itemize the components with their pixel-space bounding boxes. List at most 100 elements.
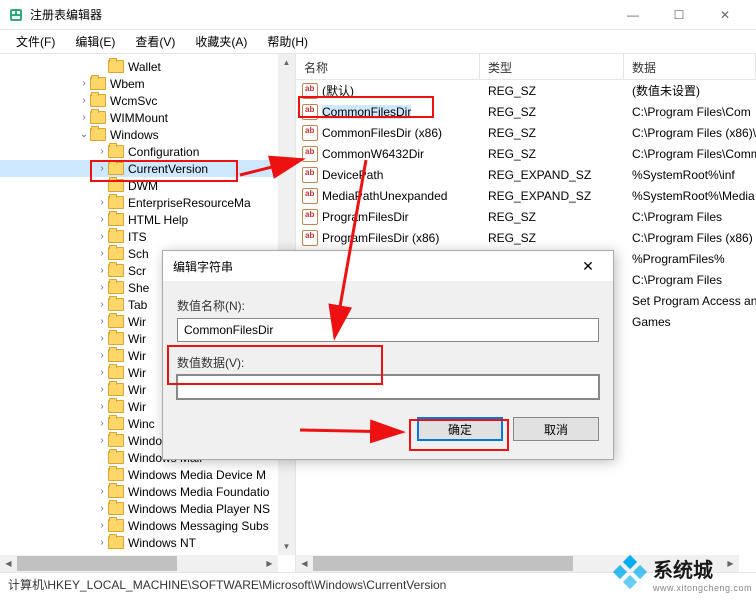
value-name: ProgramFilesDir bbox=[322, 210, 409, 224]
data-field[interactable] bbox=[177, 375, 599, 399]
list-row[interactable]: abCommonFilesDirREG_SZC:\Program Files\C… bbox=[296, 101, 756, 122]
value-data: C:\Program Files\Comm bbox=[624, 147, 756, 161]
folder-icon bbox=[108, 179, 124, 192]
tree-label: WcmSvc bbox=[110, 94, 157, 108]
name-field[interactable] bbox=[177, 318, 599, 342]
twisty-icon[interactable]: › bbox=[96, 384, 108, 395]
col-name[interactable]: 名称 bbox=[296, 54, 480, 79]
tree-label: Windows Media Device M bbox=[128, 468, 266, 482]
menu-help[interactable]: 帮助(H) bbox=[257, 30, 318, 53]
dialog-titlebar: 编辑字符串 ✕ bbox=[163, 251, 613, 281]
tree-node[interactable]: ›ITS bbox=[0, 228, 295, 245]
tree-label: Windows bbox=[110, 128, 159, 142]
twisty-icon[interactable]: › bbox=[96, 299, 108, 310]
menu-view[interactable]: 查看(V) bbox=[125, 30, 185, 53]
value-name: (默认) bbox=[322, 82, 354, 99]
tree-node[interactable]: › EnterpriseResourceMa bbox=[0, 194, 295, 211]
twisty-icon[interactable]: › bbox=[96, 537, 108, 548]
menu-favorites[interactable]: 收藏夹(A) bbox=[185, 30, 257, 53]
twisty-icon[interactable]: › bbox=[96, 282, 108, 293]
tree-node[interactable]: ⌄ Windows bbox=[0, 126, 295, 143]
list-row[interactable]: abMediaPathUnexpandedREG_EXPAND_SZ%Syste… bbox=[296, 185, 756, 206]
twisty-icon[interactable]: › bbox=[96, 163, 108, 174]
tree-label: Wir bbox=[128, 332, 146, 346]
dialog-close-button[interactable]: ✕ bbox=[573, 258, 603, 275]
tree-node[interactable]: ›Wbem bbox=[0, 75, 295, 92]
reg-string-icon: ab bbox=[302, 230, 318, 246]
twisty-icon[interactable]: › bbox=[96, 248, 108, 259]
col-type[interactable]: 类型 bbox=[480, 54, 624, 79]
cancel-button[interactable]: 取消 bbox=[513, 417, 599, 441]
twisty-icon[interactable]: › bbox=[96, 265, 108, 276]
value-data: %ProgramFiles% bbox=[624, 252, 756, 266]
tree-node[interactable]: Wallet bbox=[0, 58, 295, 75]
value-data: C:\Program Files bbox=[624, 273, 756, 287]
tree-label: Wir bbox=[128, 383, 146, 397]
twisty-icon[interactable]: ⌄ bbox=[78, 129, 90, 140]
tree-node[interactable]: ›WIMMount bbox=[0, 109, 295, 126]
list-header: 名称 类型 数据 bbox=[296, 54, 756, 80]
twisty-icon[interactable]: › bbox=[78, 95, 90, 106]
tree-node[interactable]: ›Configuration bbox=[0, 143, 295, 160]
reg-string-icon: ab bbox=[302, 188, 318, 204]
tree-label: Windows Media Player NS bbox=[128, 502, 270, 516]
tree-label: Windows Media Foundatio bbox=[128, 485, 269, 499]
tree-node[interactable]: ›CurrentVersion bbox=[0, 160, 295, 177]
twisty-icon[interactable]: › bbox=[96, 316, 108, 327]
twisty-icon[interactable]: › bbox=[96, 418, 108, 429]
tree-node[interactable]: Windows Media Device M bbox=[0, 466, 295, 483]
list-row[interactable]: ab(默认)REG_SZ(数值未设置) bbox=[296, 80, 756, 101]
tree-scrollbar-h[interactable]: ◀ ▶ bbox=[0, 555, 278, 572]
tree-label: Windo bbox=[128, 434, 162, 448]
value-name: ProgramFilesDir (x86) bbox=[322, 231, 439, 245]
close-button[interactable]: ✕ bbox=[702, 0, 748, 30]
value-type: REG_EXPAND_SZ bbox=[480, 189, 624, 203]
list-row[interactable]: abProgramFilesDir (x86)REG_SZC:\Program … bbox=[296, 227, 756, 248]
minimize-button[interactable]: — bbox=[610, 0, 656, 30]
tree-node[interactable]: › Windows Media Player NS bbox=[0, 500, 295, 517]
twisty-icon[interactable]: › bbox=[96, 231, 108, 242]
reg-string-icon: ab bbox=[302, 104, 318, 120]
twisty-icon[interactable]: › bbox=[96, 197, 108, 208]
folder-icon bbox=[108, 247, 124, 260]
twisty-icon[interactable]: › bbox=[96, 214, 108, 225]
list-row[interactable]: abCommonW6432DirREG_SZC:\Program Files\C… bbox=[296, 143, 756, 164]
watermark: 系统城 www.xitongcheng.com bbox=[615, 554, 752, 593]
menu-edit[interactable]: 编辑(E) bbox=[65, 30, 125, 53]
twisty-icon[interactable]: › bbox=[96, 367, 108, 378]
tree-node[interactable]: ›Windows NT bbox=[0, 534, 295, 551]
twisty-icon[interactable]: › bbox=[96, 486, 108, 497]
tree-node[interactable]: ›HTML Help bbox=[0, 211, 295, 228]
folder-icon bbox=[90, 111, 106, 124]
maximize-button[interactable]: ☐ bbox=[656, 0, 702, 30]
twisty-icon[interactable]: › bbox=[96, 350, 108, 361]
menu-file[interactable]: 文件(F) bbox=[6, 30, 65, 53]
col-data[interactable]: 数据 bbox=[624, 54, 756, 79]
twisty-icon[interactable]: › bbox=[96, 520, 108, 531]
data-label: 数值数据(V): bbox=[177, 354, 599, 371]
twisty-icon[interactable]: › bbox=[96, 503, 108, 514]
tree-node[interactable]: › WcmSvc bbox=[0, 92, 295, 109]
tree-label: Scr bbox=[128, 264, 146, 278]
twisty-icon[interactable]: › bbox=[96, 333, 108, 344]
twisty-icon[interactable]: › bbox=[78, 112, 90, 123]
tree-node[interactable]: DWM bbox=[0, 177, 295, 194]
twisty-icon[interactable]: › bbox=[96, 435, 108, 446]
twisty-icon[interactable]: › bbox=[78, 78, 90, 89]
folder-icon bbox=[108, 332, 124, 345]
twisty-icon[interactable]: › bbox=[96, 401, 108, 412]
tree-label: Wir bbox=[128, 315, 146, 329]
value-data: C:\Program Files (x86) bbox=[624, 231, 756, 245]
list-row[interactable]: abProgramFilesDirREG_SZC:\Program Files bbox=[296, 206, 756, 227]
list-row[interactable]: abDevicePathREG_EXPAND_SZ%SystemRoot%\in… bbox=[296, 164, 756, 185]
list-row[interactable]: abCommonFilesDir (x86)REG_SZC:\Program F… bbox=[296, 122, 756, 143]
reg-string-icon: ab bbox=[302, 83, 318, 99]
value-name: CommonFilesDir (x86) bbox=[322, 126, 442, 140]
watermark-url: www.xitongcheng.com bbox=[653, 583, 752, 593]
tree-node[interactable]: ›Windows Messaging Subs bbox=[0, 517, 295, 534]
twisty-icon[interactable]: › bbox=[96, 146, 108, 157]
folder-icon bbox=[108, 298, 124, 311]
tree-node[interactable]: › Windows Media Foundatio bbox=[0, 483, 295, 500]
tree-label: EnterpriseResourceMa bbox=[128, 196, 251, 210]
ok-button[interactable]: 确定 bbox=[417, 417, 503, 441]
